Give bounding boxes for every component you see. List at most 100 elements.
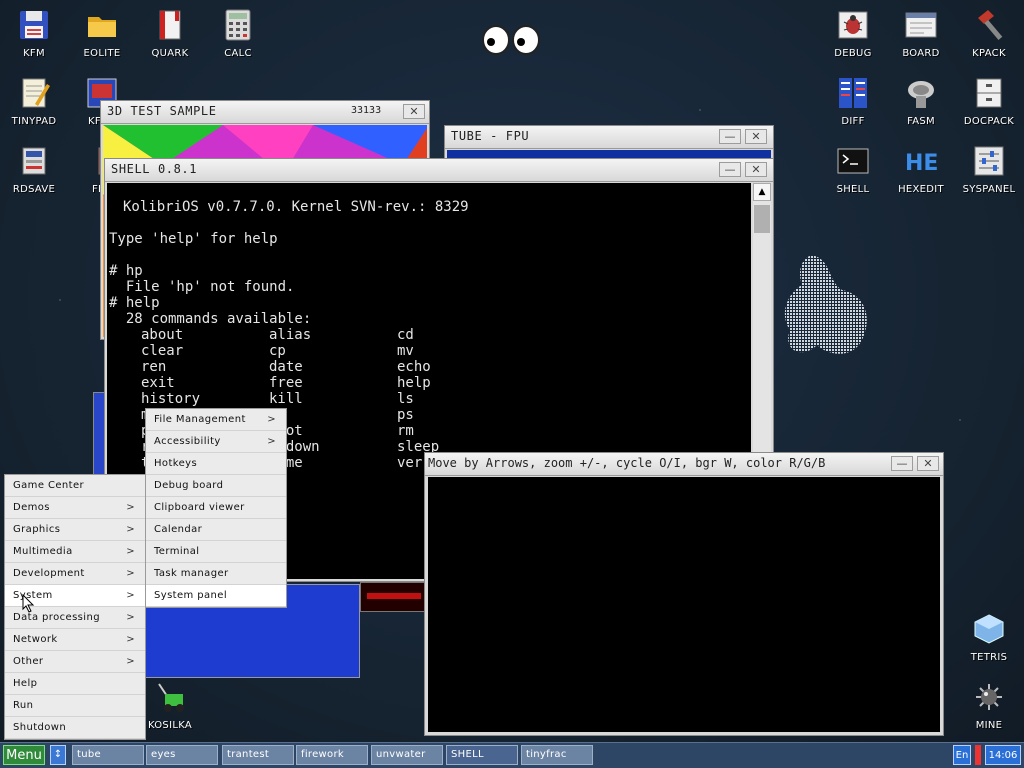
desktop-icon-tetris[interactable]: TETRIS	[959, 612, 1019, 663]
shell-command: alias	[269, 327, 312, 343]
shell-line: File 'hp' not found.	[109, 279, 295, 295]
submenu-item-task-manager[interactable]: Task manager	[146, 563, 286, 585]
book-icon	[153, 8, 187, 42]
window-title: Move by Arrows, zoom +/-, cycle O/I, bgr…	[428, 456, 826, 470]
minimize-button[interactable]: —	[719, 162, 741, 177]
shell-command: ps	[397, 407, 414, 423]
desktop-icon-label: MINE	[975, 720, 1003, 731]
menu-item-label: Debug board	[154, 480, 224, 491]
shell-line: 28 commands available:	[109, 311, 312, 327]
shell-line: Type 'help' for help	[109, 231, 278, 247]
close-button[interactable]: ✕	[745, 129, 767, 144]
start-menu-button[interactable]: Menu	[3, 745, 45, 765]
keyboard-layout-indicator[interactable]: En	[953, 745, 971, 765]
desktop-icon-kfm[interactable]: KFM	[4, 8, 64, 59]
submenu-item-file-management[interactable]: File Management >	[146, 409, 286, 431]
menu-item-label: Help	[13, 678, 38, 689]
submenu-item-clipboard-viewer[interactable]: Clipboard viewer	[146, 497, 286, 519]
desktop-icon-label: HEXEDIT	[898, 184, 944, 195]
menu-item-shutdown[interactable]: Shutdown	[5, 717, 145, 739]
menu-item-other[interactable]: Other >	[5, 651, 145, 673]
menu-item-graphics[interactable]: Graphics >	[5, 519, 145, 541]
shell-command: kill	[269, 391, 303, 407]
submenu-item-calendar[interactable]: Calendar	[146, 519, 286, 541]
desktop-icon-quark[interactable]: QUARK	[140, 8, 200, 59]
window-tinyfrac[interactable]: Move by Arrows, zoom +/-, cycle O/I, bgr…	[424, 452, 944, 736]
window-switch-icon[interactable]: ↕	[50, 745, 66, 765]
desktop-icon-hexedit[interactable]: HE HEXEDIT	[891, 144, 951, 195]
sliders-icon	[972, 144, 1006, 178]
desktop-icon-label: RDSAVE	[12, 184, 56, 195]
window-titlebar[interactable]: SHELL 0.8.1 — ✕	[105, 159, 773, 182]
window-titlebar[interactable]: TUBE - FPU — ✕	[445, 126, 773, 149]
minimize-button[interactable]: —	[891, 456, 913, 471]
lawnmower-icon	[153, 680, 187, 714]
desktop-icon-diff[interactable]: DIFF	[823, 76, 883, 127]
taskbar-item-tinyfrac[interactable]: tinyfrac	[521, 745, 593, 765]
menu-item-development[interactable]: Development >	[5, 563, 145, 585]
desktop-icon-rdsave[interactable]: RDSAVE	[4, 144, 64, 195]
menu-item-multimedia[interactable]: Multimedia >	[5, 541, 145, 563]
chevron-right-icon: >	[267, 414, 276, 425]
submenu-item-hotkeys[interactable]: Hotkeys	[146, 453, 286, 475]
menu-item-label: Shutdown	[13, 722, 67, 733]
desktop-icon-docpack[interactable]: DOCPACK	[959, 76, 1019, 127]
desktop-icon-label: FASM	[907, 116, 935, 127]
eyes-widget[interactable]	[480, 24, 542, 56]
shell-command: clear	[141, 343, 184, 359]
desktop-icon-label: DIFF	[841, 116, 865, 127]
docpack-icon	[972, 76, 1006, 110]
shell-command: ren	[141, 359, 167, 375]
wallpaper-tree-decoration	[772, 250, 882, 380]
submenu-item-accessibility[interactable]: Accessibility >	[146, 431, 286, 453]
window-titlebar[interactable]: 3D TEST SAMPLE 33133 ✕	[101, 101, 429, 124]
window-titlebar[interactable]: Move by Arrows, zoom +/-, cycle O/I, bgr…	[425, 453, 943, 476]
taskbar-item-trantest[interactable]: trantest	[222, 745, 294, 765]
taskbar-item-eyes[interactable]: eyes	[146, 745, 218, 765]
clock[interactable]: 14:06	[985, 745, 1021, 765]
taskbar-item-firework[interactable]: firework	[296, 745, 368, 765]
menu-item-demos[interactable]: Demos >	[5, 497, 145, 519]
menu-item-network[interactable]: Network >	[5, 629, 145, 651]
desktop-icon-fasm[interactable]: FASM	[891, 76, 951, 127]
submenu-item-system-panel[interactable]: System panel	[146, 585, 286, 607]
desktop-icon-syspanel[interactable]: SYSPANEL	[959, 144, 1019, 195]
desktop-icon-kpack[interactable]: KPACK	[959, 8, 1019, 59]
close-button[interactable]: ✕	[745, 162, 767, 177]
desktop-icon-tinypad[interactable]: TINYPAD	[4, 76, 64, 127]
terminal-icon	[836, 144, 870, 178]
taskbar-item-shell[interactable]: SHELL	[446, 745, 518, 765]
mine-icon	[972, 680, 1006, 714]
taskbar-item-unvwater[interactable]: unvwater	[371, 745, 443, 765]
mouse-cursor-icon	[22, 593, 36, 614]
submenu-item-terminal[interactable]: Terminal	[146, 541, 286, 563]
close-button[interactable]: ✕	[917, 456, 939, 471]
menu-item-label: Network	[13, 634, 58, 645]
desktop-icon-label: EOLITE	[83, 48, 121, 59]
close-button[interactable]: ✕	[403, 104, 425, 119]
desktop-icon-mine[interactable]: MINE	[959, 680, 1019, 731]
desktop-icon-label: KOSILKA	[147, 720, 193, 731]
submenu-item-debug-board[interactable]: Debug board	[146, 475, 286, 497]
minimize-button[interactable]: —	[719, 129, 741, 144]
fractal-canvas[interactable]	[428, 477, 940, 732]
desktop-icon-debug[interactable]: DEBUG	[823, 8, 883, 59]
desktop-icon-calc[interactable]: CALC	[208, 8, 268, 59]
menu-item-label: Graphics	[13, 524, 61, 535]
desktop-icon-kosilka[interactable]: KOSILKA	[140, 680, 200, 731]
desktop-icon-board[interactable]: BOARD	[891, 8, 951, 59]
desktop-icon-eolite[interactable]: EOLITE	[72, 8, 132, 59]
chevron-right-icon: >	[126, 590, 135, 601]
taskbar-item-tube[interactable]: tube	[72, 745, 144, 765]
folder-icon	[85, 8, 119, 42]
desktop-icon-shell[interactable]: SHELL	[823, 144, 883, 195]
shell-command: date	[269, 359, 303, 375]
menu-item-label: Terminal	[154, 546, 200, 557]
menu-item-help[interactable]: Help	[5, 673, 145, 695]
shell-command: ls	[397, 391, 414, 407]
scrollbar-thumb[interactable]	[754, 205, 770, 233]
chevron-right-icon: >	[126, 524, 135, 535]
menu-item-run[interactable]: Run	[5, 695, 145, 717]
scroll-up-arrow-icon[interactable]: ▲	[753, 183, 771, 201]
menu-item-game-center[interactable]: Game Center	[5, 475, 145, 497]
